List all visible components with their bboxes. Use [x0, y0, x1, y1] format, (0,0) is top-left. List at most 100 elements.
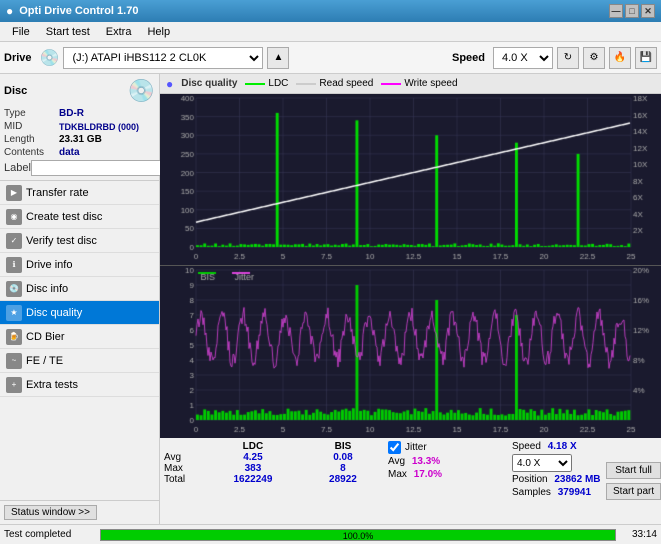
extra-tests-icon: +	[6, 377, 22, 393]
speed-select[interactable]: 4.0 X	[493, 47, 553, 69]
menu-start-test[interactable]: Start test	[38, 24, 98, 40]
total-bis: 28922	[302, 474, 384, 485]
nav-extra-tests[interactable]: + Extra tests	[0, 373, 159, 397]
label-input[interactable]	[31, 160, 165, 176]
legend-write-speed: Write speed	[381, 78, 457, 89]
nav-transfer-rate[interactable]: ▶ Transfer rate	[0, 181, 159, 205]
start-full-button[interactable]: Start full	[606, 462, 661, 479]
window-controls[interactable]: — □ ✕	[609, 4, 655, 18]
transfer-rate-icon: ▶	[6, 185, 22, 201]
nav-label-cd-bier: CD Bier	[26, 331, 65, 343]
progress-container: 100.0%	[100, 529, 616, 541]
disc-image-icon: 💿	[128, 78, 155, 104]
app-title: Opti Drive Control 1.70	[19, 5, 138, 17]
nav-disc-quality[interactable]: ★ Disc quality	[0, 301, 159, 325]
label-label: Label	[4, 162, 31, 174]
position-value: 23862 MB	[554, 474, 600, 485]
disc-quality-icon: ★	[6, 305, 22, 321]
chart-header: ● Disc quality LDC Read speed Write spee…	[160, 74, 661, 94]
legend-ldc: LDC	[245, 78, 288, 89]
nav-label-create-test-disc: Create test disc	[26, 211, 102, 223]
refresh-button[interactable]: ↻	[557, 47, 579, 69]
contents-value: data	[59, 147, 80, 158]
status-window-button[interactable]: Status window >>	[4, 505, 97, 520]
eject-button[interactable]: ▲	[267, 47, 289, 69]
drive-icon: 💿	[40, 48, 60, 68]
app-icon: ●	[6, 4, 13, 18]
nav-label-disc-quality: Disc quality	[26, 307, 82, 319]
total-label: Total	[164, 474, 204, 485]
length-label: Length	[4, 134, 59, 145]
save-button[interactable]: 💾	[635, 47, 657, 69]
total-ldc: 1622249	[204, 474, 302, 485]
chart-top	[160, 94, 661, 265]
speed-row: Speed 4.18 X	[512, 441, 602, 452]
position-label: Position	[512, 474, 548, 485]
nav-label-fe-te: FE / TE	[26, 355, 63, 367]
cd-bier-icon: 🍺	[6, 329, 22, 345]
nav-verify-test-disc[interactable]: ✓ Verify test disc	[0, 229, 159, 253]
nav-disc-info[interactable]: 💿 Disc info	[0, 277, 159, 301]
chart-container	[160, 94, 661, 436]
drive-info-icon: ℹ	[6, 257, 22, 273]
speed-value: 4.18 X	[548, 441, 577, 452]
left-panel: Disc 💿 Type BD-R MID TDKBLDRBD (000) Len…	[0, 74, 160, 524]
maximize-button[interactable]: □	[625, 4, 639, 18]
nav-create-test-disc[interactable]: ◉ Create test disc	[0, 205, 159, 229]
jitter-max-row: Max 17.0%	[388, 469, 508, 480]
samples-label: Samples	[512, 487, 551, 498]
jitter-avg-value: 13.3%	[412, 456, 440, 467]
title-bar: ● Opti Drive Control 1.70 — □ ✕	[0, 0, 661, 22]
drive-select[interactable]: (J:) ATAPI iHBS112 2 CL0K	[63, 47, 263, 69]
main-layout: Disc 💿 Type BD-R MID TDKBLDRBD (000) Len…	[0, 74, 661, 524]
length-value: 23.31 GB	[59, 134, 102, 145]
drive-label: Drive	[4, 52, 32, 64]
disc-section: Disc 💿 Type BD-R MID TDKBLDRBD (000) Len…	[0, 74, 159, 181]
jitter-avg-row: Avg 13.3%	[388, 456, 508, 467]
status-bar: Status window >>	[0, 500, 159, 524]
type-value: BD-R	[59, 108, 84, 119]
settings-button[interactable]: ⚙	[583, 47, 605, 69]
nav-label-disc-info: Disc info	[26, 283, 68, 295]
legend-write-speed-label: Write speed	[404, 78, 457, 89]
jitter-max-label: Max	[388, 469, 407, 480]
max-ldc: 383	[204, 463, 302, 474]
chart-title: Disc quality	[181, 78, 237, 89]
nav-drive-info[interactable]: ℹ Drive info	[0, 253, 159, 277]
menu-file[interactable]: File	[4, 24, 38, 40]
menu-help[interactable]: Help	[139, 24, 178, 40]
max-bis: 8	[302, 463, 384, 474]
legend-ldc-label: LDC	[268, 78, 288, 89]
nav-label-drive-info: Drive info	[26, 259, 72, 271]
close-button[interactable]: ✕	[641, 4, 655, 18]
stats-panel: LDC BIS Avg 4.25 0.08 Max 383	[160, 436, 661, 524]
speed-label: Speed	[512, 441, 541, 452]
avg-label: Avg	[164, 452, 204, 463]
speed-action-select[interactable]: 4.0 X	[512, 454, 572, 472]
menu-extra[interactable]: Extra	[98, 24, 140, 40]
start-part-button[interactable]: Start part	[606, 483, 661, 500]
status-text: Test completed	[4, 529, 94, 540]
nav-cd-bier[interactable]: 🍺 CD Bier	[0, 325, 159, 349]
menu-bar: File Start test Extra Help	[0, 22, 661, 42]
write-speed-color-indicator	[381, 83, 401, 85]
minimize-button[interactable]: —	[609, 4, 623, 18]
right-panel: ● Disc quality LDC Read speed Write spee…	[160, 74, 661, 524]
position-row: Position 23862 MB	[512, 474, 602, 485]
stats-max-row: Max 383 8	[164, 463, 384, 474]
jitter-max-value: 17.0%	[414, 469, 442, 480]
jitter-checkbox[interactable]	[388, 441, 401, 454]
time-text: 33:14	[622, 529, 657, 540]
legend-read-speed-label: Read speed	[319, 78, 373, 89]
create-test-disc-icon: ◉	[6, 209, 22, 225]
type-label: Type	[4, 108, 59, 119]
ldc-color-indicator	[245, 83, 265, 85]
read-speed-color-indicator	[296, 83, 316, 85]
burn-button[interactable]: 🔥	[609, 47, 631, 69]
jitter-row: Jitter	[388, 441, 508, 454]
samples-value: 379941	[558, 487, 591, 498]
verify-test-disc-icon: ✓	[6, 233, 22, 249]
disc-title: Disc	[4, 85, 27, 97]
jitter-avg-label: Avg	[388, 456, 405, 467]
nav-fe-te[interactable]: ~ FE / TE	[0, 349, 159, 373]
